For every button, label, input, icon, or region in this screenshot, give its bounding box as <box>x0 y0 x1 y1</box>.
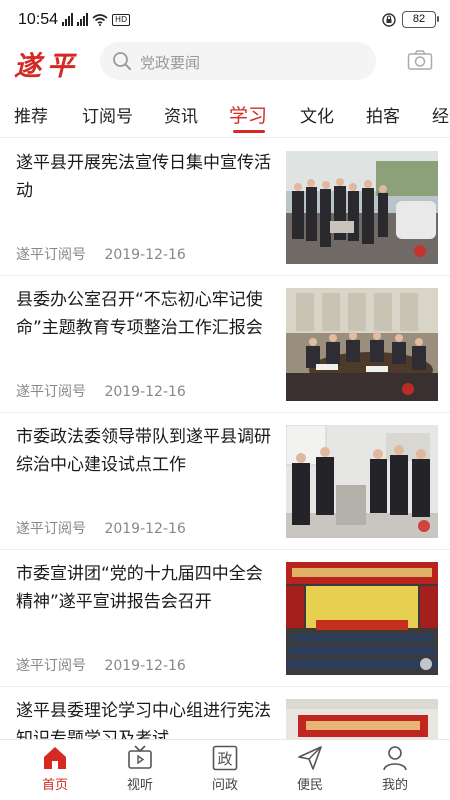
news-photo <box>286 288 438 401</box>
user-icon <box>383 746 407 771</box>
app-logo: 遂平 <box>14 51 80 82</box>
search-placeholder: 党政要闻 <box>140 54 201 72</box>
news-source: 遂平订阅号 <box>16 247 86 263</box>
news-meta: 遂平订阅号 2019-12-16 <box>16 518 200 538</box>
status-right: 82 <box>382 11 439 28</box>
news-thumbnail <box>286 425 438 538</box>
nav-label: 首页 <box>41 778 68 793</box>
news-thumbnail <box>286 288 438 401</box>
news-title: 遂平县委理论学习中心组进行宪法知识专题学习及考试 <box>16 701 271 739</box>
nav-label: 我的 <box>381 778 408 793</box>
news-date: 2019-12-16 <box>104 658 186 674</box>
news-date: 2019-12-16 <box>104 247 186 263</box>
tab-zixun[interactable]: 资讯 <box>164 102 198 127</box>
news-item[interactable]: 遂平县开展宪法宣传日集中宣传活动 遂平订阅号 2019-12-16 <box>0 139 450 276</box>
search-bar[interactable]: 党政要闻 <box>100 42 376 80</box>
nav-wode[interactable]: 我的 <box>355 744 435 793</box>
camera-icon[interactable] <box>407 49 433 71</box>
news-item[interactable]: 遂平县委理论学习中心组进行宪法知识专题学习及考试 <box>0 687 450 739</box>
signal-icon-2 <box>77 13 88 26</box>
news-list: 遂平县开展宪法宣传日集中宣传活动 遂平订阅号 2019-12-16 县委办公室召… <box>0 139 450 739</box>
bottom-nav: 首页 视听 政 问政 便民 我的 <box>0 739 450 800</box>
news-title: 县委办公室召开“不忘初心牢记使命”主题教育专项整治工作汇报会 <box>16 290 263 338</box>
home-icon <box>44 747 66 769</box>
rotation-lock-icon <box>382 12 396 27</box>
news-item[interactable]: 市委宣讲团“党的十九届四中全会精神”遂平宣讲报告会召开 遂平订阅号 2019-1… <box>0 550 450 687</box>
news-photo <box>286 562 438 675</box>
news-thumbnail <box>286 562 438 675</box>
active-tab-indicator <box>233 130 265 133</box>
tv-icon <box>128 745 152 769</box>
news-item[interactable]: 市委政法委领导带队到遂平县调研综治中心建设试点工作 遂平订阅号 2019-12-… <box>0 413 450 550</box>
tab-paike[interactable]: 拍客 <box>366 102 400 127</box>
nav-label: 视听 <box>126 778 153 793</box>
news-meta: 遂平订阅号 2019-12-16 <box>16 655 200 675</box>
news-source: 遂平订阅号 <box>16 384 86 400</box>
news-source: 遂平订阅号 <box>16 521 86 537</box>
news-meta: 遂平订阅号 2019-12-16 <box>16 244 200 264</box>
news-item[interactable]: 县委办公室召开“不忘初心牢记使命”主题教育专项整治工作汇报会 遂平订阅号 201… <box>0 276 450 413</box>
nav-label: 便民 <box>296 778 323 793</box>
news-meta: 遂平订阅号 2019-12-16 <box>16 381 200 401</box>
signal-icon-1 <box>62 13 73 26</box>
nav-wenzheng[interactable]: 政 问政 <box>185 744 265 793</box>
nav-home[interactable]: 首页 <box>15 744 95 793</box>
tab-dingyuehao[interactable]: 订阅号 <box>82 102 133 127</box>
tab-tuijian[interactable]: 推荐 <box>14 102 48 127</box>
nav-shiting[interactable]: 视听 <box>100 744 180 793</box>
nav-bianmin[interactable]: 便民 <box>270 744 350 793</box>
wenzheng-icon: 政 <box>212 745 238 771</box>
battery-icon: 82 <box>402 11 439 28</box>
news-photo <box>286 151 438 264</box>
news-source: 遂平订阅号 <box>16 658 86 674</box>
tab-xuexi[interactable]: 学习 <box>229 101 267 128</box>
tab-wenhua[interactable]: 文化 <box>300 102 334 127</box>
status-bar: 10:54 HD 82 <box>0 0 450 40</box>
status-time: 10:54 <box>18 11 59 28</box>
channel-tabs: 推荐 订阅号 资讯 学习 文化 拍客 经济 <box>0 92 450 138</box>
send-icon <box>298 746 322 770</box>
news-title: 遂平县开展宪法宣传日集中宣传活动 <box>16 153 271 201</box>
news-photo <box>286 699 438 739</box>
news-thumbnail <box>286 151 438 264</box>
news-thumbnail <box>286 699 438 739</box>
wifi-icon <box>92 14 108 26</box>
news-photo <box>286 425 438 538</box>
news-date: 2019-12-16 <box>104 384 186 400</box>
svg-text:政: 政 <box>217 750 232 768</box>
search-icon <box>113 52 131 70</box>
news-date: 2019-12-16 <box>104 521 186 537</box>
news-title: 市委政法委领导带队到遂平县调研综治中心建设试点工作 <box>16 427 271 475</box>
status-icons: HD <box>62 13 131 26</box>
hd-badge: HD <box>112 14 131 26</box>
tab-jingji[interactable]: 经济 <box>432 102 450 127</box>
nav-label: 问政 <box>211 778 238 793</box>
news-title: 市委宣讲团“党的十九届四中全会精神”遂平宣讲报告会召开 <box>16 564 263 612</box>
app-header: 遂平 党政要闻 <box>0 40 450 88</box>
